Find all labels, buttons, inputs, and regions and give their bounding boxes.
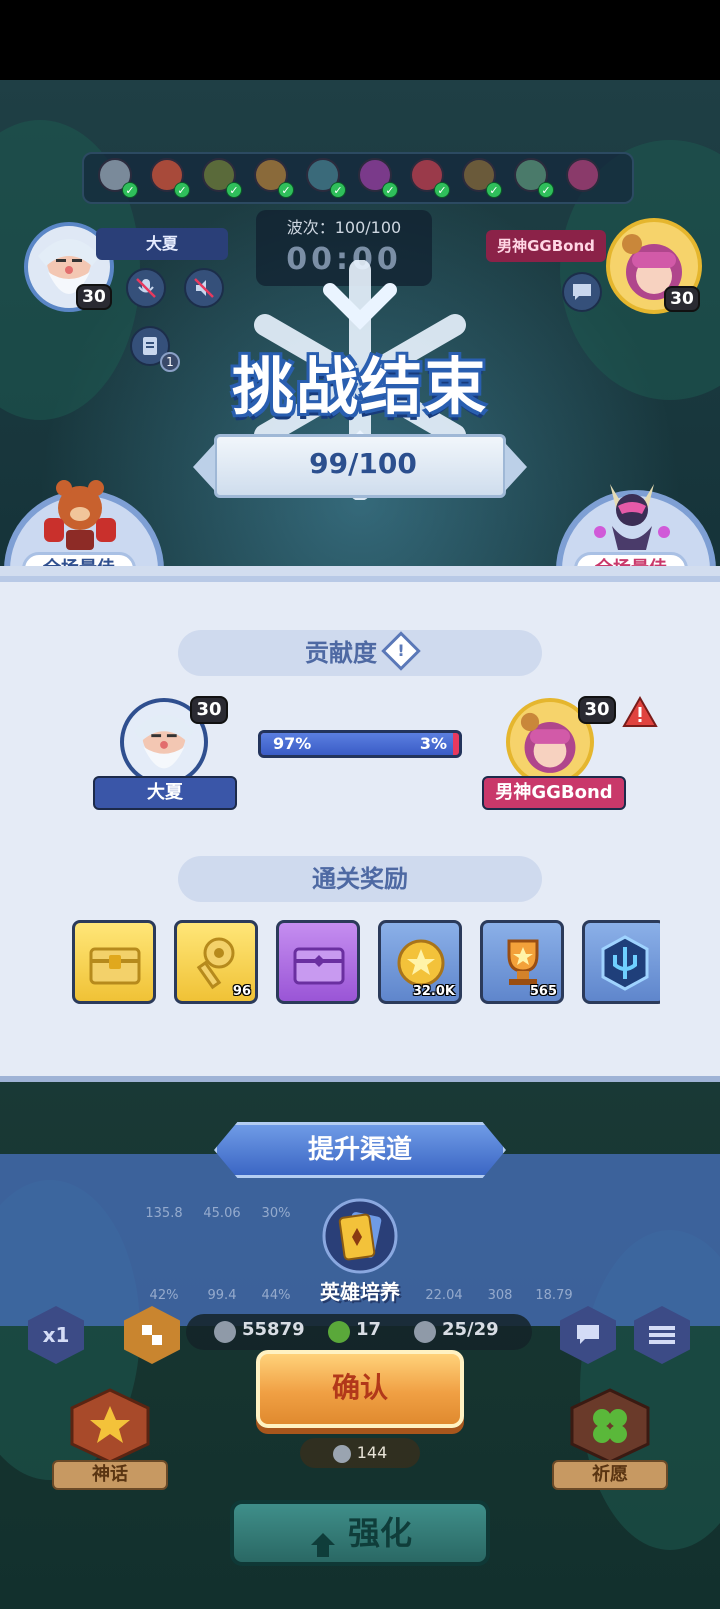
check-icon: ✓ bbox=[122, 182, 138, 198]
contribution-left-name: 大夏 bbox=[93, 776, 237, 810]
microphone-mute-button[interactable] bbox=[126, 268, 166, 308]
myth-button[interactable]: 神话 bbox=[52, 1386, 168, 1496]
trophy-icon bbox=[507, 939, 539, 985]
coins-count: 55879 bbox=[242, 1319, 305, 1340]
speaker-muted-icon bbox=[194, 278, 214, 298]
hero-card-icon bbox=[322, 1198, 398, 1274]
chat-bubble-icon bbox=[573, 284, 591, 300]
faded-stat: 42% bbox=[149, 1288, 179, 1303]
myth-label: 神话 bbox=[52, 1460, 168, 1490]
faded-stat: 308 bbox=[487, 1288, 513, 1303]
reward-gold-chest[interactable] bbox=[72, 920, 156, 1004]
wish-label: 祈愿 bbox=[552, 1460, 668, 1490]
population-icon bbox=[414, 1321, 436, 1343]
right-player-name-tag: 男神GGBond bbox=[486, 230, 606, 262]
upgrade-arrow-icon bbox=[308, 1520, 338, 1557]
roster-hero-slot: ✓ bbox=[410, 158, 456, 198]
check-icon: ✓ bbox=[434, 182, 450, 198]
coin-icon bbox=[214, 1321, 236, 1343]
clear-rewards-header: 通关奖励 bbox=[178, 856, 542, 902]
wish-button[interactable]: 祈愿 bbox=[552, 1386, 668, 1496]
roster-hero-slot bbox=[566, 158, 612, 198]
population-count: 25/29 bbox=[442, 1319, 499, 1340]
score-banner: 99/100 bbox=[193, 434, 527, 498]
roster-hero-slot: ✓ bbox=[306, 158, 352, 198]
contribution-right-level: 30 bbox=[578, 696, 616, 724]
roster-hero-slot: ✓ bbox=[514, 158, 560, 198]
contribution-header: 贡献度! bbox=[178, 630, 542, 676]
roster-hero-slot: ✓ bbox=[150, 158, 196, 198]
wave-counter: 波次：100/100 bbox=[286, 218, 402, 237]
faded-stat: 44% bbox=[261, 1288, 291, 1303]
gold-chest-icon bbox=[89, 947, 141, 985]
confirm-button[interactable]: 确认 bbox=[256, 1350, 464, 1428]
info-icon[interactable]: ! bbox=[381, 631, 421, 671]
gold-key-icon bbox=[196, 937, 235, 990]
chat-bubble-icon bbox=[577, 1325, 599, 1344]
check-icon: ✓ bbox=[174, 182, 190, 198]
right-contribution-percent: 3% bbox=[419, 734, 447, 753]
challenge-ended-title: 挑战结束 bbox=[231, 350, 488, 423]
check-icon: ✓ bbox=[382, 182, 398, 198]
faded-stat: 22.04 bbox=[425, 1288, 463, 1303]
purple-chest-icon bbox=[293, 947, 345, 985]
faded-stat: 135.8 bbox=[145, 1206, 183, 1221]
gold-coin-icon bbox=[397, 939, 445, 987]
hero-roster-strip: ✓ ✓ ✓ ✓ ✓ ✓ ✓ ✓ ✓ bbox=[82, 152, 634, 204]
roster-hero-slot: ✓ bbox=[98, 158, 144, 198]
roster-hero-slot: ✓ bbox=[462, 158, 508, 198]
reward-trident-emblem[interactable] bbox=[582, 920, 660, 1004]
faded-stat: 99.4 bbox=[207, 1288, 237, 1303]
resources-bar: 55879 17 25/29 bbox=[186, 1314, 532, 1350]
microphone-muted-icon bbox=[136, 278, 156, 298]
roster-hero-slot: ✓ bbox=[358, 158, 404, 198]
check-icon: ✓ bbox=[330, 182, 346, 198]
cost-value: 144 bbox=[356, 1443, 388, 1462]
faded-stat: 30% bbox=[261, 1206, 291, 1221]
right-player-chat-button[interactable] bbox=[562, 272, 602, 312]
contribution-left-level: 30 bbox=[190, 696, 228, 724]
trident-emblem-icon bbox=[601, 935, 649, 991]
hero-training-label: 英雄培养 bbox=[320, 1280, 400, 1304]
speaker-mute-button[interactable] bbox=[184, 268, 224, 308]
armored-bear-hero-icon bbox=[44, 480, 116, 550]
left-player-name-tag: 大夏 bbox=[96, 228, 228, 260]
contribution-right-name: 男神GGBond bbox=[482, 776, 626, 810]
contribution-bar: 97% 3% bbox=[258, 730, 462, 758]
faded-stat: 18.79 bbox=[535, 1288, 573, 1303]
strengthen-label: 强化 bbox=[347, 1514, 412, 1552]
silver-coin-icon bbox=[332, 1444, 351, 1463]
four-leaf-clover-icon bbox=[570, 1388, 650, 1464]
horned-sorceress-hero-icon bbox=[594, 484, 670, 550]
check-icon: ✓ bbox=[226, 182, 242, 198]
final-score: 99/100 bbox=[309, 447, 417, 480]
clover-count: 17 bbox=[356, 1319, 382, 1340]
right-player-level-badge: 30 bbox=[664, 286, 700, 312]
menu-icon bbox=[649, 1326, 675, 1344]
contribution-title: 贡献度 bbox=[305, 639, 377, 667]
status-bar bbox=[0, 0, 720, 80]
check-icon: ✓ bbox=[538, 182, 554, 198]
rewards-list: 96 32.0K 565 bbox=[72, 920, 660, 1006]
roster-hero-slot: ✓ bbox=[202, 158, 248, 198]
roster-hero-slot: ✓ bbox=[254, 158, 300, 198]
clover-icon bbox=[328, 1321, 350, 1343]
cost-display: 144 bbox=[300, 1438, 420, 1468]
strengthen-button[interactable]: 强化 bbox=[230, 1500, 490, 1566]
left-player-level-badge: 30 bbox=[76, 284, 112, 310]
boost-channel-title: 提升渠道 bbox=[214, 1122, 506, 1178]
reward-gold-coin[interactable]: 32.0K bbox=[378, 920, 462, 1004]
myth-emblem-icon bbox=[70, 1388, 150, 1464]
left-contribution-percent: 97% bbox=[273, 734, 312, 753]
check-icon: ✓ bbox=[278, 182, 294, 198]
reward-gold-key[interactable]: 96 bbox=[174, 920, 258, 1004]
reward-purple-chest[interactable] bbox=[276, 920, 360, 1004]
faded-stat: 45.06 bbox=[203, 1206, 241, 1221]
check-icon: ✓ bbox=[486, 182, 502, 198]
document-icon bbox=[143, 337, 157, 355]
reward-trophy[interactable]: 565 bbox=[480, 920, 564, 1004]
warning-icon[interactable] bbox=[622, 696, 658, 728]
checker-flag-icon bbox=[142, 1325, 162, 1345]
